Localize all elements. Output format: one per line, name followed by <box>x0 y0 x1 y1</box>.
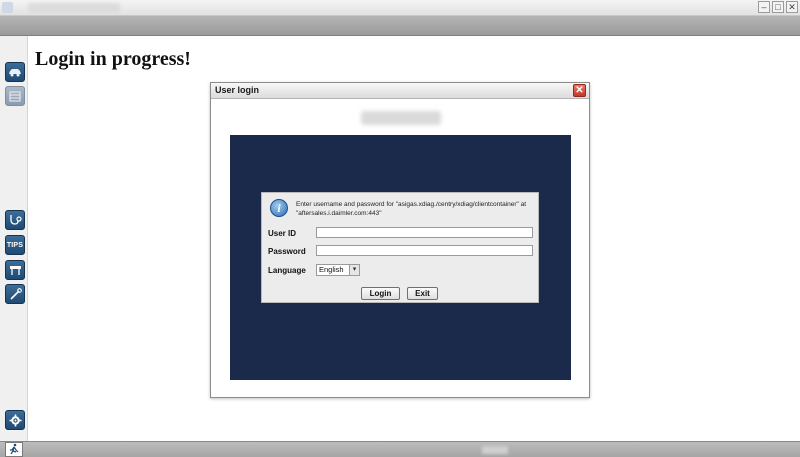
login-button[interactable]: Login <box>361 287 400 300</box>
login-form-panel: i Enter username and password for "asiga… <box>261 192 539 303</box>
language-select[interactable]: English ▾ <box>316 264 360 276</box>
dialog-close-button[interactable]: ✕ <box>573 84 586 97</box>
vehicle-list-icon[interactable] <box>5 86 25 106</box>
app-toolbar <box>0 16 800 36</box>
blurred-logo <box>361 111 441 125</box>
page-title: Login in progress! <box>35 48 191 70</box>
password-input[interactable] <box>316 245 533 256</box>
login-message: Enter username and password for "asigas.… <box>296 201 527 217</box>
blurred-window-title <box>28 3 120 13</box>
vehicle-list-icon-glyph <box>9 91 21 101</box>
car-icon-glyph <box>9 68 21 76</box>
blurred-status-text <box>482 446 508 454</box>
user-id-input[interactable] <box>316 227 533 238</box>
user-login-dialog: User login ✕ i Enter username and passwo… <box>210 82 590 398</box>
lift-icon[interactable] <box>5 260 25 280</box>
dark-background-panel: i Enter username and password for "asiga… <box>230 135 571 380</box>
language-value: English <box>319 265 344 274</box>
os-title-bar: – □ ✕ <box>0 0 800 16</box>
chevron-down-icon[interactable]: ▾ <box>349 265 359 275</box>
tools-icon[interactable] <box>5 284 25 304</box>
close-window-button[interactable]: ✕ <box>786 1 798 13</box>
left-sidebar: TIPS <box>0 36 28 441</box>
app-icon <box>2 2 13 13</box>
status-bar <box>0 441 800 457</box>
exit-button[interactable]: Exit <box>407 287 438 300</box>
settings-icon[interactable] <box>5 410 25 430</box>
info-icon: i <box>270 199 288 217</box>
tips-icon[interactable]: TIPS <box>5 235 25 255</box>
tools-icon-glyph <box>9 287 22 300</box>
language-label: Language <box>268 266 306 275</box>
run-icon[interactable] <box>5 442 23 457</box>
car-icon[interactable] <box>5 62 25 82</box>
window-controls: – □ ✕ <box>758 1 798 13</box>
gear-icon <box>9 414 21 426</box>
user-id-label: User ID <box>268 229 297 238</box>
stethoscope-icon[interactable] <box>5 210 25 230</box>
dialog-title: User login <box>215 85 260 95</box>
tips-label: TIPS <box>6 241 24 249</box>
dialog-title-bar: User login ✕ <box>211 83 589 99</box>
running-man-icon <box>10 443 19 455</box>
password-label: Password <box>268 247 306 256</box>
minimize-button[interactable]: – <box>758 1 770 13</box>
lift-icon-glyph <box>9 266 21 275</box>
dialog-body: i Enter username and password for "asiga… <box>211 99 589 397</box>
maximize-button[interactable]: □ <box>772 1 784 13</box>
stethoscope-icon-glyph <box>9 214 22 225</box>
